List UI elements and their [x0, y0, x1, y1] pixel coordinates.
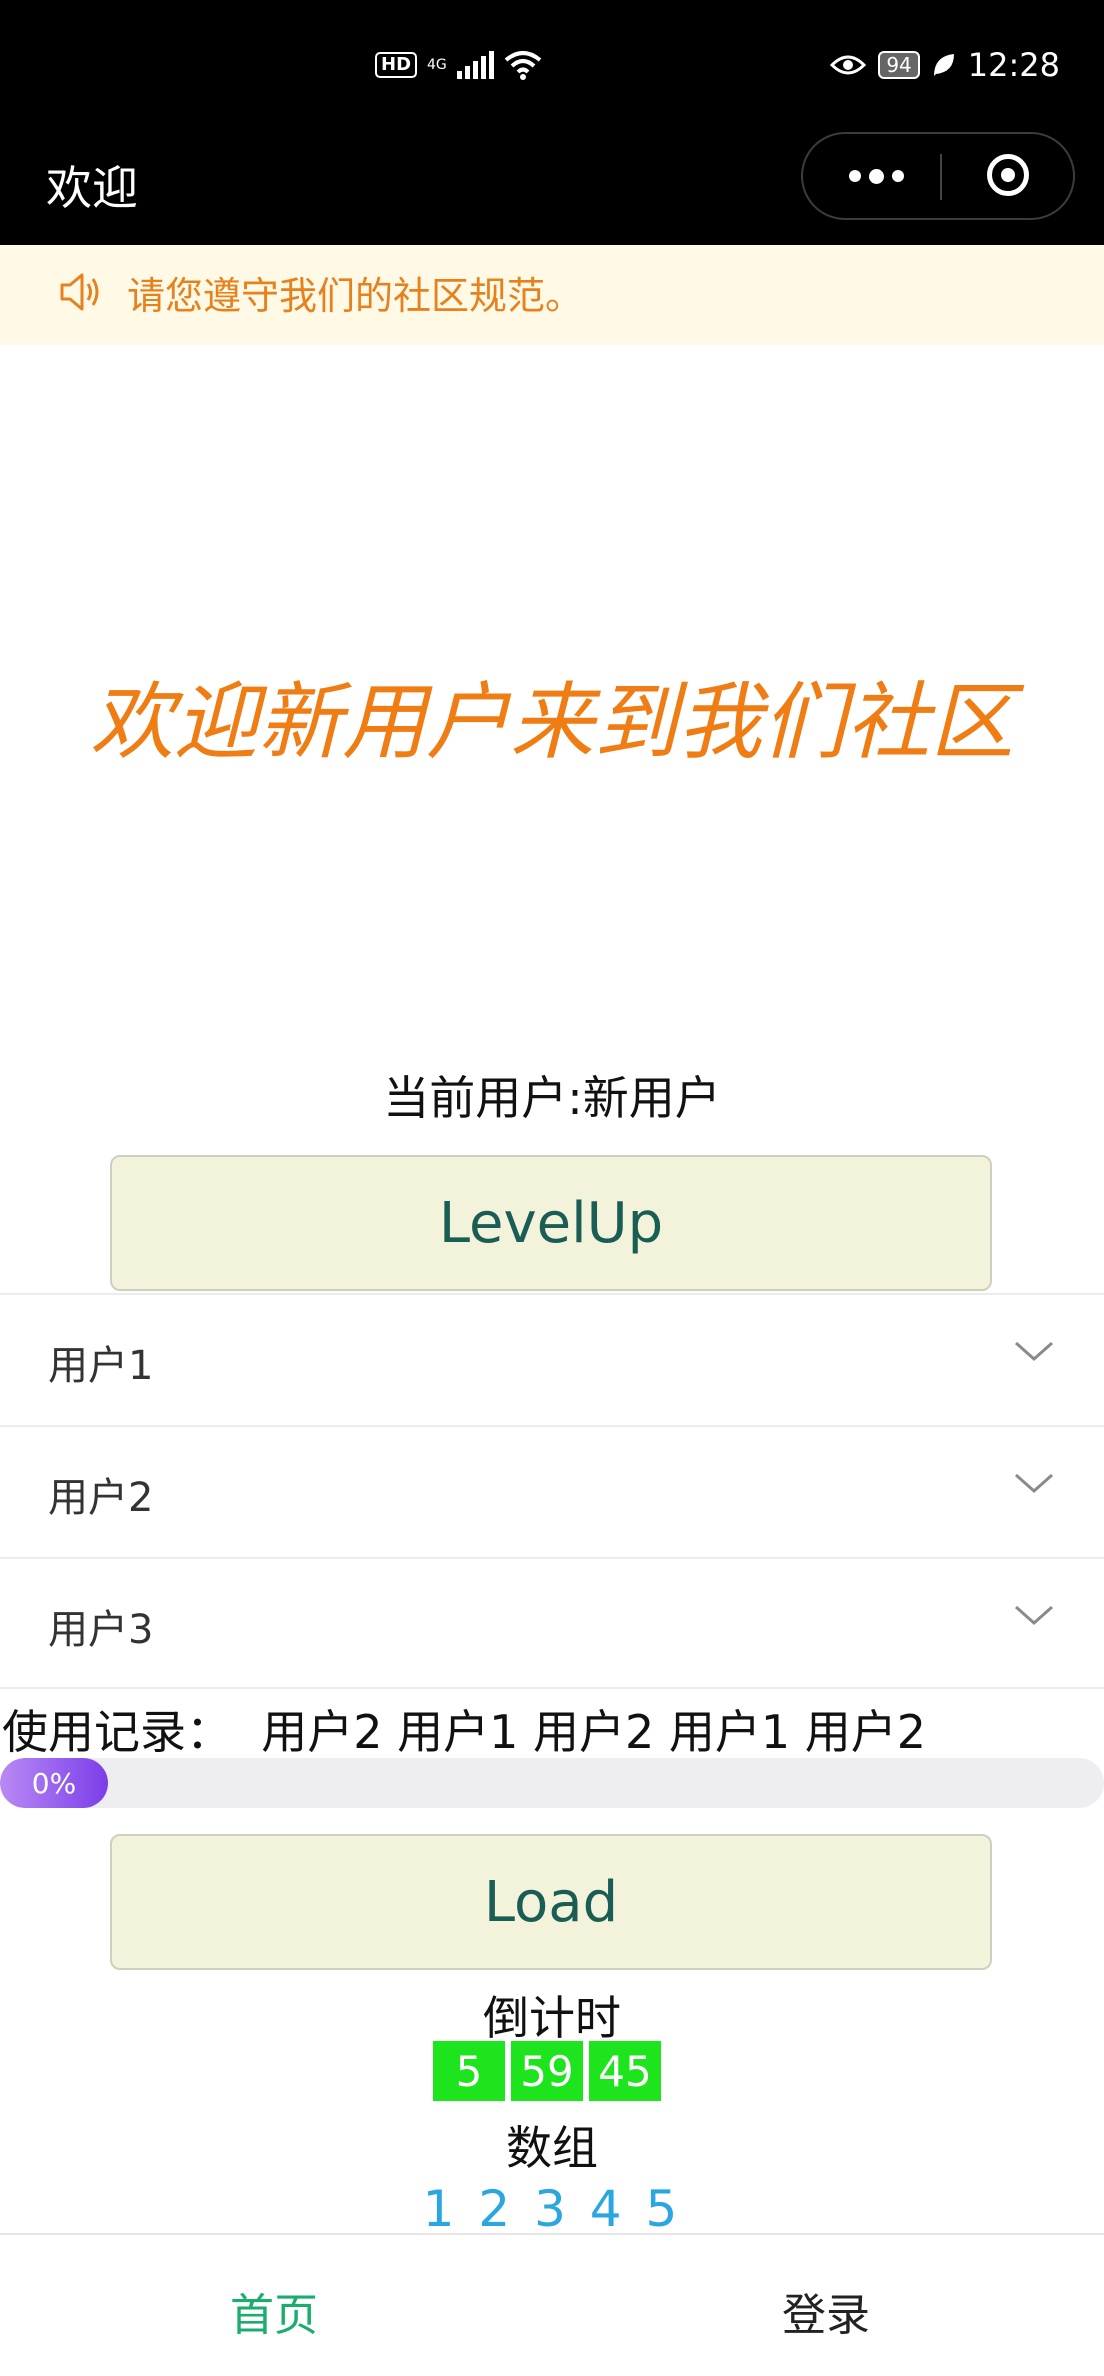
status-right-group: 94 12:28 — [830, 46, 1060, 84]
tab-login[interactable]: 登录 — [782, 2279, 870, 2343]
navigation-bar: 欢迎 — [0, 132, 1104, 245]
close-miniprogram-icon[interactable] — [987, 154, 1029, 196]
welcome-headline: 欢迎新用户来到我们社区 — [89, 673, 1014, 771]
eye-icon — [830, 55, 867, 75]
hd-icon: HD — [375, 52, 418, 78]
signal-icon — [456, 51, 494, 79]
status-bar: HD 4G 94 12:28 — [0, 0, 1104, 132]
tab-home[interactable]: 首页 — [230, 2279, 318, 2343]
usage-history: 使用记录： 用户2 用户1 用户2 用户1 用户2 — [2, 1705, 927, 1759]
chevron-down-icon — [1015, 1605, 1053, 1626]
collapse-item-user2[interactable]: 用户2 — [0, 1425, 1104, 1557]
notice-text: 请您遵守我们的社区规范。 — [127, 274, 584, 318]
countdown-hours: 5 — [433, 2041, 505, 2101]
countdown-seconds: 45 — [589, 2041, 661, 2101]
collapse-item-label: 用户1 — [48, 1343, 154, 1389]
levelup-button[interactable]: LevelUp — [110, 1155, 992, 1291]
progress-fill: 0% — [0, 1758, 108, 1808]
notice-bar: 请您遵守我们的社区规范。 — [0, 245, 1104, 345]
capsule-divider — [940, 154, 942, 200]
page-title: 欢迎 — [46, 161, 138, 215]
countdown-label: 倒计时 — [483, 1991, 621, 2045]
collapse-item-user3[interactable]: 用户3 — [0, 1557, 1104, 1689]
leaf-icon — [933, 54, 954, 76]
network-type: 4G — [427, 57, 447, 73]
collapse-item-label: 用户2 — [48, 1475, 154, 1521]
current-user-text: 当前用户:新用户 — [383, 1071, 721, 1125]
status-time: 12:28 — [967, 46, 1060, 84]
progress-bar: 0% — [0, 1758, 1104, 1808]
collapse-item-label: 用户3 — [48, 1607, 154, 1653]
status-network-group: HD 4G — [375, 50, 542, 80]
collapse-item-user1[interactable]: 用户1 — [0, 1293, 1104, 1425]
more-icon[interactable] — [841, 156, 911, 196]
array-values: 1 2 3 4 5 — [422, 2180, 682, 2238]
countdown-timer: 5 59 45 — [433, 2041, 661, 2101]
tab-bar: 首页 登录 — [0, 2233, 1104, 2376]
wifi-icon — [504, 51, 542, 80]
array-label: 数组 — [506, 2121, 598, 2175]
menu-capsule — [801, 132, 1075, 220]
speaker-icon — [60, 273, 99, 311]
countdown-minutes: 59 — [511, 2041, 583, 2101]
battery-icon: 94 — [878, 51, 920, 79]
chevron-down-icon — [1015, 1341, 1053, 1362]
load-button[interactable]: Load — [110, 1834, 992, 1970]
chevron-down-icon — [1015, 1473, 1053, 1494]
